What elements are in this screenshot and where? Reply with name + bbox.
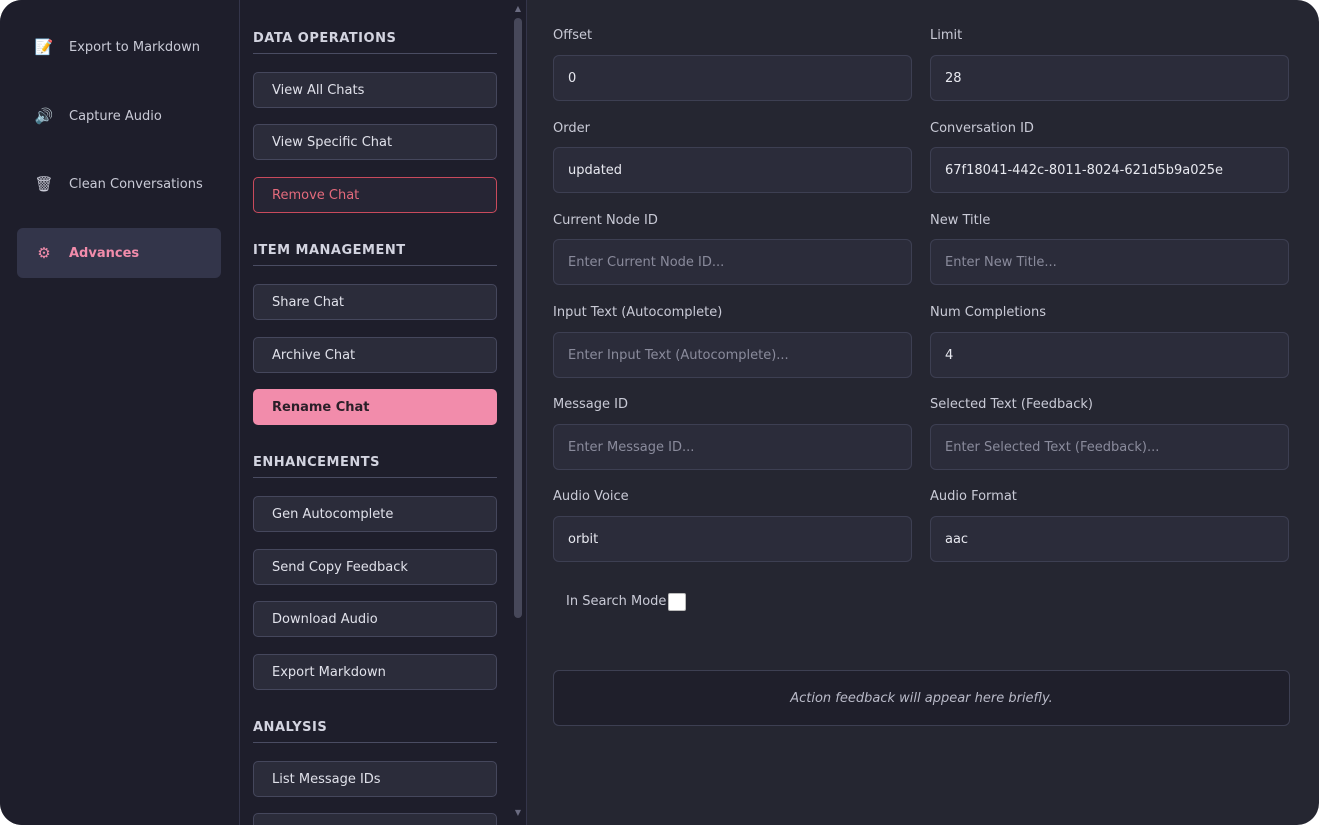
scroll-down-icon[interactable]: ▼ (513, 808, 523, 818)
nav-item-advances[interactable]: ⚙ Advances (17, 228, 221, 278)
nav-item-label: Advances (69, 245, 140, 261)
scroll-up-icon[interactable]: ▲ (513, 4, 523, 14)
section-divider (253, 265, 497, 266)
order-input[interactable] (553, 147, 912, 193)
action-feedback-text: Action feedback will appear here briefly… (790, 690, 1053, 706)
nav-item-label: Export to Markdown (69, 39, 201, 55)
section-title-item-management: ITEM MANAGEMENT (253, 243, 406, 258)
section-title-data-operations: DATA OPERATIONS (253, 31, 397, 46)
list-message-ids-button[interactable]: List Message IDs (253, 761, 497, 797)
nav-item-clean-conversations[interactable]: 🗑 Clean Conversations (17, 159, 221, 209)
conversation-id-label: Conversation ID (930, 121, 1034, 136)
section-divider (253, 742, 497, 743)
selected-text-label: Selected Text (Feedback) (930, 397, 1093, 412)
nav-item-label: Capture Audio (69, 108, 162, 124)
num-completions-input[interactable] (930, 332, 1289, 378)
section-divider (253, 477, 497, 478)
gen-autocomplete-button[interactable]: Gen Autocomplete (253, 496, 497, 532)
message-id-input[interactable] (553, 424, 912, 470)
left-nav: 📝 Export to Markdown 🔊 Capture Audio 🗑 C… (0, 0, 240, 825)
section-title-analysis: ANALYSIS (253, 720, 328, 735)
share-chat-button[interactable]: Share Chat (253, 284, 497, 320)
scrollbar-thumb[interactable] (514, 18, 522, 618)
audio-voice-label: Audio Voice (553, 489, 629, 504)
limit-input[interactable] (930, 55, 1289, 101)
parameters-form: Offset Limit Order Conversation ID Curre… (527, 0, 1319, 825)
view-specific-chat-button[interactable]: View Specific Chat (253, 124, 497, 160)
audio-voice-input[interactable] (553, 516, 912, 562)
audio-format-label: Audio Format (930, 489, 1017, 504)
current-node-id-label: Current Node ID (553, 213, 658, 228)
message-id-label: Message ID (553, 397, 628, 412)
actions-panel: DATA OPERATIONS View All Chats View Spec… (240, 0, 527, 825)
memo-icon: 📝 (34, 38, 54, 56)
partial-button[interactable] (253, 813, 497, 825)
export-markdown-button[interactable]: Export Markdown (253, 654, 497, 690)
wastebasket-icon: 🗑 (34, 175, 54, 193)
gear-icon: ⚙ (37, 244, 51, 262)
audio-format-input[interactable] (930, 516, 1289, 562)
new-title-input[interactable] (930, 239, 1289, 285)
input-text-input[interactable] (553, 332, 912, 378)
nav-item-label: Clean Conversations (69, 176, 203, 192)
order-label: Order (553, 121, 590, 136)
current-node-id-input[interactable] (553, 239, 912, 285)
search-mode-checkbox[interactable] (668, 593, 686, 611)
section-title-enhancements: ENHANCEMENTS (253, 455, 380, 470)
nav-item-export-markdown[interactable]: 📝 Export to Markdown (17, 22, 221, 72)
num-completions-label: Num Completions (930, 305, 1046, 320)
speaker-icon: 🔊 (34, 107, 54, 125)
conversation-id-input[interactable] (930, 147, 1289, 193)
action-feedback-box: Action feedback will appear here briefly… (553, 670, 1290, 726)
archive-chat-button[interactable]: Archive Chat (253, 337, 497, 373)
search-mode-label: In Search Mode (566, 594, 667, 609)
offset-input[interactable] (553, 55, 912, 101)
limit-label: Limit (930, 28, 963, 43)
section-divider (253, 53, 497, 54)
selected-text-input[interactable] (930, 424, 1289, 470)
nav-item-capture-audio[interactable]: 🔊 Capture Audio (17, 91, 221, 141)
rename-chat-button[interactable]: Rename Chat (253, 389, 497, 425)
offset-label: Offset (553, 28, 593, 43)
download-audio-button[interactable]: Download Audio (253, 601, 497, 637)
send-copy-feedback-button[interactable]: Send Copy Feedback (253, 549, 497, 585)
input-text-label: Input Text (Autocomplete) (553, 305, 723, 320)
view-all-chats-button[interactable]: View All Chats (253, 72, 497, 108)
remove-chat-button[interactable]: Remove Chat (253, 177, 497, 213)
new-title-label: New Title (930, 213, 991, 228)
app-window: 📝 Export to Markdown 🔊 Capture Audio 🗑 C… (0, 0, 1319, 825)
